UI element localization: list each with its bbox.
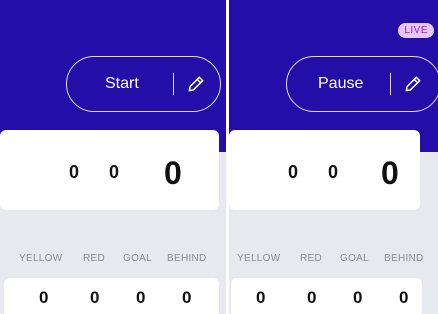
behind-label: BEHIND bbox=[167, 253, 207, 264]
behind-label: BEHIND bbox=[384, 253, 424, 264]
control-divider bbox=[173, 73, 174, 95]
goal-count[interactable]: 0 bbox=[136, 288, 145, 308]
yellow-label: YELLOW bbox=[237, 253, 281, 264]
goal-label: GOAL bbox=[340, 253, 369, 264]
live-badge: LIVE bbox=[398, 23, 434, 38]
goal-label: GOAL bbox=[123, 253, 152, 264]
goals-score: 0 bbox=[69, 162, 80, 182]
red-label: RED bbox=[83, 253, 106, 264]
behinds-score: 0 bbox=[109, 162, 120, 182]
yellow-count[interactable]: 0 bbox=[256, 288, 265, 308]
total-score: 0 bbox=[164, 155, 182, 191]
behind-count[interactable]: 0 bbox=[399, 288, 408, 308]
red-count[interactable]: 0 bbox=[307, 288, 316, 308]
behind-count[interactable]: 0 bbox=[182, 288, 191, 308]
yellow-label: YELLOW bbox=[19, 253, 63, 264]
scoreboard-panel-live: LIVE Pause 0 0 0 YELLOW RED GOAL BEHIND … bbox=[229, 0, 438, 314]
start-control[interactable]: Start bbox=[66, 56, 221, 112]
total-score: 0 bbox=[381, 155, 399, 191]
goal-count[interactable]: 0 bbox=[353, 288, 362, 308]
start-button[interactable]: Start bbox=[105, 57, 139, 110]
pencil-icon[interactable] bbox=[186, 74, 206, 94]
red-label: RED bbox=[300, 253, 323, 264]
behinds-score: 0 bbox=[328, 162, 339, 182]
yellow-count[interactable]: 0 bbox=[39, 288, 48, 308]
pause-control[interactable]: Pause bbox=[286, 56, 438, 112]
scoreboard-panel-start: Start 0 0 0 YELLOW RED GOAL BEHIND 0 0 0… bbox=[0, 0, 226, 314]
red-count[interactable]: 0 bbox=[90, 288, 99, 308]
pause-button[interactable]: Pause bbox=[318, 57, 363, 110]
control-divider bbox=[390, 73, 391, 95]
pencil-icon[interactable] bbox=[403, 74, 423, 94]
goals-score: 0 bbox=[288, 162, 299, 182]
